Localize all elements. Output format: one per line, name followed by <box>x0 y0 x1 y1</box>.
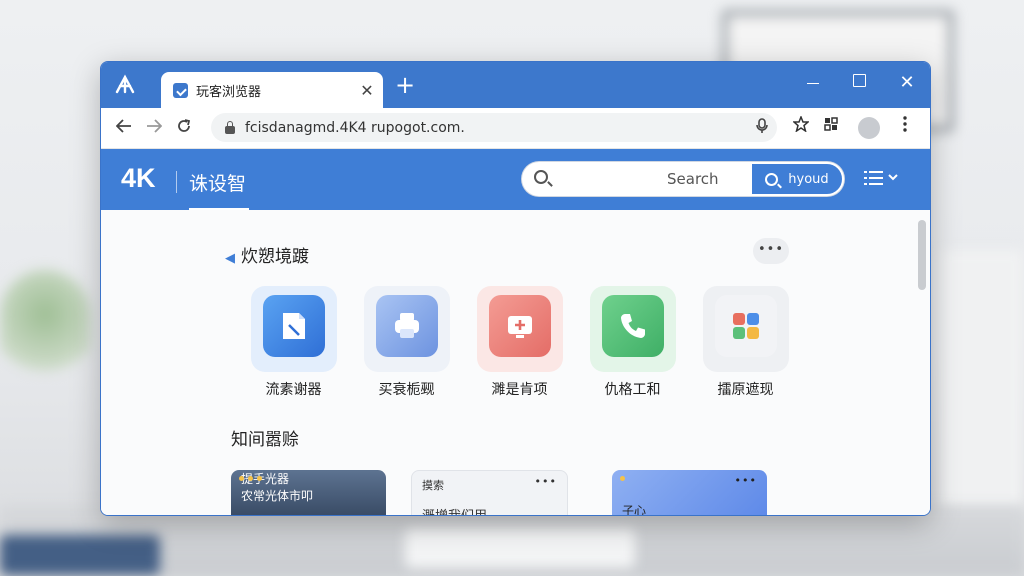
background-keyboard <box>405 528 635 568</box>
card-line: 农常光体市叩 <box>241 489 314 503</box>
card-dots-decoration <box>239 476 262 481</box>
tab-active[interactable]: 玩客浏览器 ✕ <box>161 72 383 108</box>
site-header: 4K 诛设智 Search hyoud <box>101 149 930 211</box>
content-card[interactable]: 提手光器 农常光体市叩 <box>231 470 386 515</box>
app-item[interactable]: 仇格工和 <box>576 286 689 399</box>
search-button-label: hyoud <box>788 171 829 187</box>
section-title: ◀ 炊愬境踱 <box>225 242 309 267</box>
search-icon <box>534 170 548 184</box>
forward-button[interactable] <box>139 118 169 138</box>
background-shelf <box>940 250 1024 510</box>
site-name[interactable]: 诛设智 <box>189 169 246 196</box>
content-card[interactable]: 子心 ••• <box>612 470 767 515</box>
app-tile[interactable] <box>250 286 337 372</box>
reload-button[interactable] <box>169 118 199 139</box>
app-item[interactable]: 买衰栀觋 <box>350 286 463 399</box>
header-divider <box>176 171 177 193</box>
tab-close-icon[interactable]: ✕ <box>357 81 377 100</box>
app-item[interactable]: 濉是肯项 <box>463 286 576 399</box>
chevron-left-icon[interactable]: ◀ <box>225 251 235 266</box>
close-window-button[interactable]: ✕ <box>895 72 919 93</box>
page-content: ◀ 炊愬境踱 ••• 流素谢器 买衰栀觋 濉是肯项 仇格工和 擂原遮现 知间嚣赊… <box>101 210 930 515</box>
card-line: 溉增我们用 <box>412 493 567 515</box>
medical-icon <box>488 295 551 357</box>
microphone-icon[interactable] <box>747 117 777 138</box>
app-label: 流素谢器 <box>265 382 322 398</box>
site-logo[interactable]: 4K <box>121 163 156 194</box>
card-more-icon[interactable]: ••• <box>535 475 557 488</box>
back-button[interactable] <box>109 118 139 138</box>
maximize-icon <box>852 74 866 87</box>
app-tile[interactable] <box>589 286 676 372</box>
extensions-icon[interactable] <box>819 116 843 136</box>
app-grid: 流素谢器 买衰栀觋 濉是肯项 仇格工和 擂原遮现 <box>237 286 802 399</box>
app-item[interactable]: 流素谢器 <box>237 286 350 399</box>
profile-avatar[interactable] <box>858 117 880 139</box>
background-plant <box>0 270 90 380</box>
header-menu-icon[interactable] <box>863 169 899 192</box>
site-search[interactable]: Search hyoud <box>522 162 844 196</box>
puzzle-icon <box>714 295 777 357</box>
new-tab-button[interactable]: + <box>395 73 415 97</box>
address-bar[interactable]: fcisdanagmd.4K4 rupogot.com. <box>211 113 777 142</box>
tab-bar: 玩客浏览器 ✕ + ✕ <box>101 62 930 108</box>
url-text[interactable]: fcisdanagmd.4K4 rupogot.com. <box>245 120 747 136</box>
background-tablet <box>0 535 160 575</box>
browser-toolbar: fcisdanagmd.4K4 rupogot.com. <box>101 108 930 149</box>
section2-title: 知间嚣赊 <box>231 430 299 450</box>
minimize-button[interactable] <box>801 72 825 91</box>
app-label: 买衰栀觋 <box>378 382 435 398</box>
lock-icon <box>225 120 235 134</box>
search-button-icon <box>765 172 779 186</box>
search-button[interactable]: hyoud <box>750 162 844 196</box>
printer-icon <box>375 295 438 357</box>
bookmark-star-icon[interactable] <box>789 114 813 136</box>
search-input[interactable]: Search <box>667 170 719 188</box>
scrollbar[interactable] <box>918 220 926 290</box>
maximize-button[interactable] <box>847 72 871 91</box>
section-title-text: 炊愬境踱 <box>241 247 309 267</box>
tab-title: 玩客浏览器 <box>196 84 262 100</box>
app-label: 仇格工和 <box>604 382 661 398</box>
app-item[interactable]: 擂原遮现 <box>689 286 802 399</box>
app-tile[interactable] <box>363 286 450 372</box>
tab-favicon-icon <box>173 82 188 98</box>
phone-icon <box>601 295 664 357</box>
minimize-icon <box>807 83 819 84</box>
card-more-icon[interactable]: ••• <box>735 474 757 487</box>
browser-menu-icon[interactable] <box>893 116 917 136</box>
app-label: 濉是肯项 <box>491 382 548 398</box>
app-tile[interactable] <box>476 286 563 372</box>
document-icon <box>262 295 325 357</box>
card-dots-decoration <box>620 476 625 481</box>
browser-logo-icon[interactable] <box>113 74 139 98</box>
content-card[interactable]: 摸索 溉增我们用 ••• <box>411 470 568 515</box>
browser-window: 玩客浏览器 ✕ + ✕ fcisdanagmd.4K4 rupogot.com. <box>100 61 931 516</box>
app-tile[interactable] <box>702 286 789 372</box>
app-label: 擂原遮现 <box>717 382 774 398</box>
more-options-button[interactable]: ••• <box>753 238 789 264</box>
